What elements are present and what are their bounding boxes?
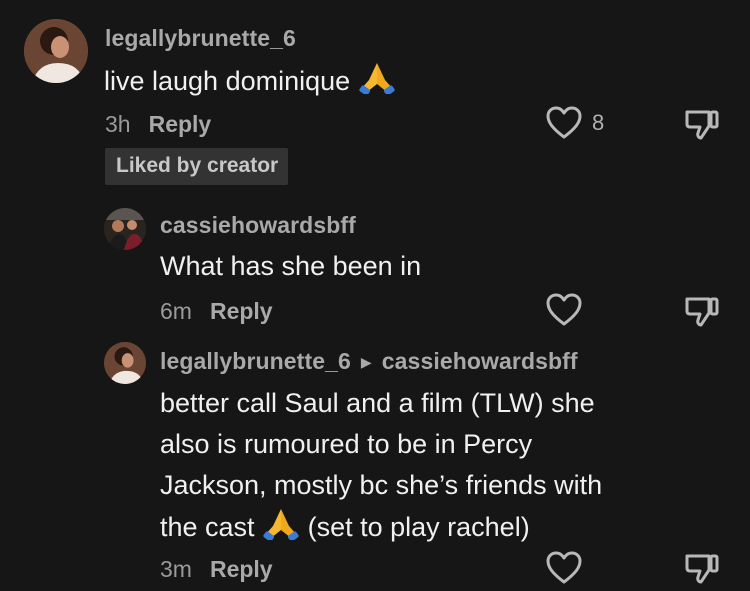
thumbs-down-icon [685,110,719,140]
comment-meta: 3h Reply [105,111,211,138]
comment-username[interactable]: legallybrunette_6 [105,25,296,52]
folded-hands-icon [358,60,396,106]
comment-text-line-4-tail: (set to play rachel) [307,512,530,542]
comment-text: What has she been in [160,251,422,281]
like-count: 8 [592,110,605,135]
reply-to-username[interactable]: cassiehowardsbff [382,348,578,374]
comment-time: 6m [160,298,192,324]
liked-by-creator-badge: Liked by creator [105,148,289,185]
avatar-photo [104,342,146,384]
heart-outline-icon [546,293,582,326]
comment-text-line-4: the cast (set to play rachel) [160,506,530,552]
comment-meta: 3m Reply [160,556,273,583]
folded-hands-icon [262,506,300,552]
comment-username[interactable]: legallybrunette_6 [160,348,351,374]
comment-time: 3h [105,111,131,137]
comment-meta: 6m Reply [160,298,273,325]
comment-text-line-3: Jackson, mostly bc she’s friends with [160,470,603,500]
comment-text: live laugh dominique [104,60,396,106]
comment-username-row: legallybrunette_6 ▶ cassiehowardsbff [160,348,578,375]
avatar[interactable] [104,208,146,250]
heart-outline-icon [546,551,582,584]
thumbs-down-icon [685,297,719,327]
like-button[interactable]: 8 [546,106,604,140]
dislike-button[interactable] [684,296,720,333]
like-button[interactable] [546,551,582,585]
comment-text-body: live laugh dominique [104,66,351,96]
reply-button[interactable]: Reply [210,298,273,324]
avatar-photo [104,208,146,250]
comment-text-line-1: better call Saul and a film (TLW) she [160,388,595,418]
triangle-right-icon: ▶ [360,354,372,370]
comment-time: 3m [160,556,192,582]
comment-text-line-2: also is rumoured to be in Percy [160,429,533,459]
dislike-button[interactable] [684,553,720,590]
comment-username[interactable]: cassiehowardsbff [160,212,356,239]
dislike-button[interactable] [684,109,720,146]
reply-button[interactable]: Reply [210,556,273,582]
avatar[interactable] [104,342,146,384]
comment-text-line-4-start: the cast [160,512,255,542]
thumbs-down-icon [685,554,719,584]
heart-outline-icon [546,106,582,139]
avatar-photo [24,19,88,83]
reply-button[interactable]: Reply [149,111,212,137]
avatar[interactable] [24,19,88,83]
like-button[interactable] [546,293,582,327]
